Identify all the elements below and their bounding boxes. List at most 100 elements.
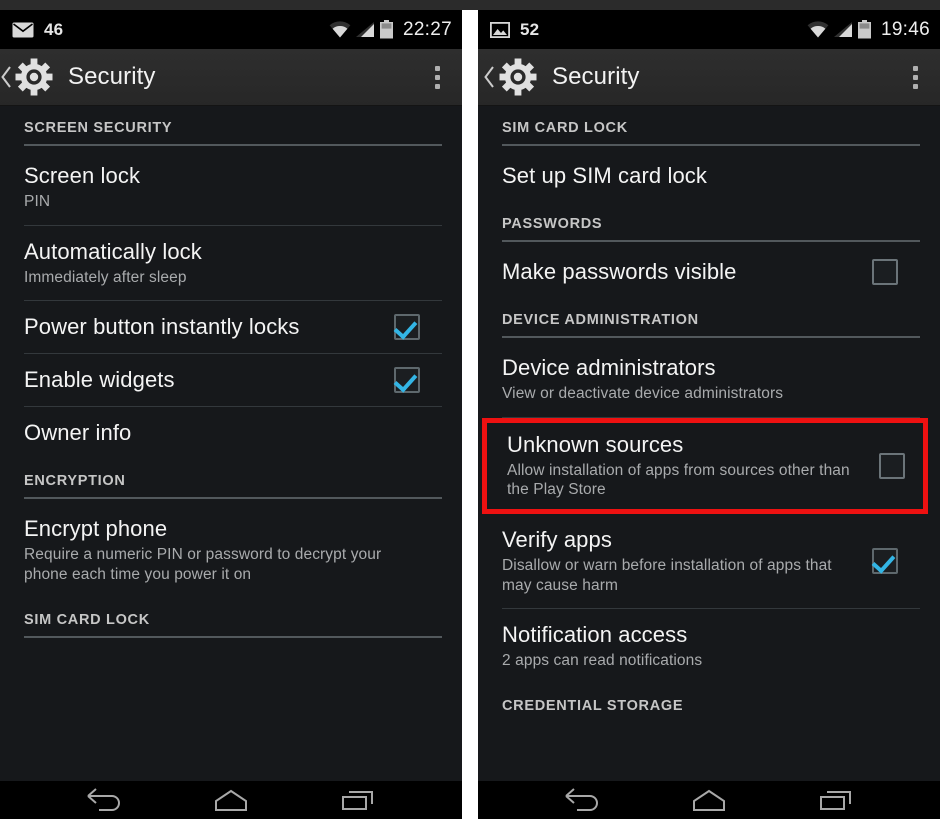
back-chevron-icon[interactable] — [0, 64, 14, 90]
battery-icon — [857, 20, 872, 39]
row-texts: Verify apps Disallow or warn before inst… — [502, 527, 856, 595]
list-item-screen-lock[interactable]: Screen lock PIN — [0, 150, 442, 225]
section-header-sim-card-lock: SIM CARD LOCK — [478, 106, 920, 150]
list-item-power-button-instantly-locks[interactable]: Power button instantly locks — [0, 301, 442, 353]
section-header-label: PASSWORDS — [502, 216, 603, 232]
nav-home-icon[interactable] — [202, 785, 260, 815]
row-title: Screen lock — [24, 163, 141, 188]
right-settings-list[interactable]: SIM CARD LOCK Set up SIM card lock PASSW… — [478, 106, 940, 781]
checkbox-unknown-sources[interactable] — [879, 452, 905, 479]
row-title: Automatically lock — [24, 238, 202, 264]
top-bezel — [0, 0, 940, 10]
image-icon — [490, 21, 510, 38]
cellular-signal-icon — [355, 21, 375, 38]
section-header-label: ENCRYPTION — [24, 473, 126, 490]
settings-gear-icon[interactable] — [14, 57, 54, 97]
list-item-notification-access[interactable]: Notification access 2 apps can read noti… — [478, 609, 920, 684]
section-divider — [502, 144, 920, 146]
section-header-sim-card-lock: SIM CARD LOCK — [0, 598, 442, 642]
section-header-label: SIM CARD LOCK — [502, 120, 628, 136]
row-subtitle: Allow installation of apps from sources … — [507, 461, 850, 499]
section-header-device-administration: DEVICE ADMINISTRATION — [478, 298, 920, 342]
section-header-label: DEVICE ADMINISTRATION — [502, 312, 699, 328]
overflow-dot — [913, 74, 918, 80]
overflow-dot — [913, 83, 918, 89]
overflow-menu-icon[interactable] — [431, 62, 444, 93]
row-title: Notification access — [502, 622, 688, 648]
row-title: Make passwords visible — [502, 259, 737, 285]
list-item-verify-apps[interactable]: Verify apps Disallow or warn before inst… — [478, 514, 920, 608]
checkbox-power-button-instantly-locks[interactable] — [394, 314, 420, 341]
section-header-label: SIM CARD LOCK — [24, 611, 150, 628]
left-status-notifications: 46 — [12, 20, 63, 40]
row-title: Unknown sources — [507, 431, 684, 457]
row-texts: Unknown sources Allow installation of ap… — [507, 432, 863, 500]
left-phone-screen: 46 22:27 Security SCREEN SECURITY Screen… — [0, 0, 462, 819]
wifi-icon — [807, 21, 829, 38]
section-header-encryption: ENCRYPTION — [0, 459, 442, 503]
nav-home-icon[interactable] — [680, 785, 738, 815]
overflow-dot — [435, 74, 440, 80]
row-subtitle: Require a numeric PIN or password to dec… — [24, 546, 382, 583]
right-navigation-bar — [478, 781, 940, 819]
row-subtitle: 2 apps can read notifications — [502, 652, 703, 670]
row-texts: Make passwords visible — [502, 259, 856, 285]
mail-icon — [12, 22, 34, 38]
list-item-device-administrators[interactable]: Device administrators View or deactivate… — [478, 342, 920, 417]
row-texts: Encrypt phone Require a numeric PIN or p… — [24, 516, 420, 584]
nav-recents-icon[interactable] — [807, 785, 865, 815]
list-item-make-passwords-visible[interactable]: Make passwords visible — [478, 246, 920, 298]
left-navigation-bar — [0, 781, 462, 819]
nav-back-icon[interactable] — [75, 785, 133, 815]
left-status-time: 22:27 — [402, 18, 452, 40]
row-title: Encrypt phone — [24, 516, 168, 542]
right-notification-count: 52 — [520, 19, 540, 39]
row-texts: Power button instantly locks — [24, 314, 378, 340]
section-divider — [24, 144, 442, 146]
right-status-time: 19:46 — [880, 18, 930, 40]
overflow-menu-icon[interactable] — [909, 62, 922, 93]
right-phone-screen: 52 19:46 Security SIM CARD LOCK Set up S… — [478, 0, 940, 819]
overflow-dot — [913, 65, 918, 71]
settings-gear-icon[interactable] — [498, 57, 538, 97]
overflow-dot — [435, 83, 440, 89]
section-divider — [502, 336, 920, 338]
row-title: Set up SIM card lock — [502, 163, 707, 189]
list-item-unknown-sources[interactable]: Unknown sources Allow installation of ap… — [482, 417, 928, 514]
row-title: Power button instantly locks — [24, 314, 300, 340]
battery-icon — [379, 20, 394, 39]
android-security-settings-comparison: 46 22:27 Security SCREEN SECURITY Screen… — [0, 0, 940, 819]
cellular-signal-icon — [833, 21, 853, 38]
back-chevron-icon[interactable] — [478, 64, 498, 90]
list-item-set-up-sim-card-lock[interactable]: Set up SIM card lock — [478, 150, 920, 202]
section-divider — [24, 635, 442, 638]
left-settings-list[interactable]: SCREEN SECURITY Screen lock PIN Automati… — [0, 106, 462, 781]
checkbox-enable-widgets[interactable] — [394, 367, 420, 394]
right-status-icons: 19:46 — [807, 19, 930, 41]
row-texts: Automatically lock Immediately after sle… — [24, 239, 420, 288]
wifi-icon — [329, 21, 351, 38]
checkbox-verify-apps[interactable] — [872, 548, 898, 575]
list-item-owner-info[interactable]: Owner info — [0, 407, 442, 459]
section-header-label: CREDENTIAL STORAGE — [502, 697, 684, 714]
row-subtitle: View or deactivate device administrators — [502, 384, 784, 402]
right-action-bar: Security — [478, 49, 940, 106]
row-texts: Set up SIM card lock — [502, 163, 898, 189]
row-texts: Screen lock PIN — [24, 163, 420, 212]
nav-recents-icon[interactable] — [329, 785, 387, 815]
checkbox-make-passwords-visible[interactable] — [872, 259, 898, 285]
left-status-icons: 22:27 — [329, 19, 452, 41]
section-header-screen-security: SCREEN SECURITY — [0, 106, 442, 150]
section-divider — [502, 240, 920, 242]
section-header-label: SCREEN SECURITY — [24, 120, 173, 136]
list-item-automatically-lock[interactable]: Automatically lock Immediately after sle… — [0, 226, 442, 301]
list-item-encrypt-phone[interactable]: Encrypt phone Require a numeric PIN or p… — [0, 503, 442, 597]
left-page-title: Security — [68, 63, 156, 90]
row-title: Verify apps — [502, 526, 612, 552]
row-title: Enable widgets — [24, 367, 175, 393]
row-texts: Device administrators View or deactivate… — [502, 355, 898, 404]
row-texts: Owner info — [24, 420, 420, 446]
nav-back-icon[interactable] — [553, 785, 611, 815]
left-notification-count: 46 — [44, 19, 64, 39]
list-item-enable-widgets[interactable]: Enable widgets — [0, 354, 442, 406]
